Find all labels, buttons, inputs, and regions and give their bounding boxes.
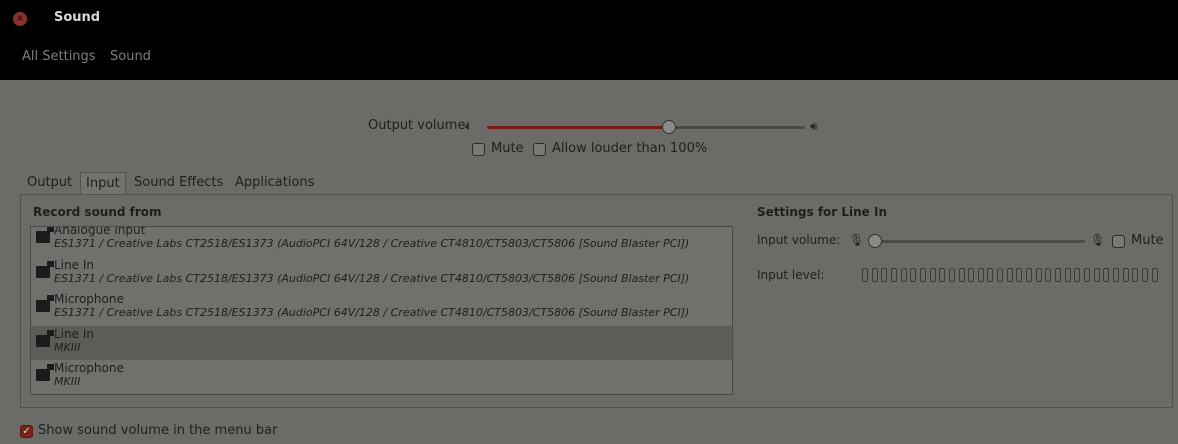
- input-mute-label: Mute: [1131, 233, 1164, 248]
- input-level-segment: [1103, 268, 1110, 282]
- allow-louder-checkbox[interactable]: [533, 143, 546, 156]
- device-name: Analogue Input: [54, 226, 146, 237]
- input-level-segment: [929, 268, 936, 282]
- tab-sound-effects[interactable]: Sound Effects: [129, 172, 228, 194]
- speaker-high-icon: 🔊︎: [810, 119, 818, 133]
- input-volume-knob[interactable]: [868, 234, 882, 248]
- sound-card-icon: [36, 295, 54, 312]
- input-level-segment: [1035, 268, 1042, 282]
- speaker-low-icon: 🔈︎: [465, 119, 473, 133]
- input-volume-label: Input volume:: [757, 233, 841, 247]
- list-item-selected[interactable]: Line In MKIII: [31, 326, 732, 360]
- input-level-segment: [1026, 268, 1033, 282]
- input-level-segment: [977, 268, 984, 282]
- device-name: Microphone: [54, 361, 124, 375]
- show-volume-checkbox[interactable]: ✓: [20, 425, 33, 438]
- device-description: ES1371 / Creative Labs CT2518/ES1373 (Au…: [54, 272, 690, 285]
- input-level-segment: [1122, 268, 1129, 282]
- input-level-segment: [900, 268, 907, 282]
- input-level-segment: [997, 268, 1004, 282]
- input-level-segment: [968, 268, 975, 282]
- microphone-high-icon: 🎙︎: [1090, 233, 1106, 247]
- record-sound-heading: Record sound from: [33, 205, 162, 219]
- list-item[interactable]: Microphone MKIII: [31, 360, 732, 394]
- sound-card-icon: [36, 227, 54, 243]
- tab-applications[interactable]: Applications: [230, 172, 319, 194]
- input-level-segment: [919, 268, 926, 282]
- input-level-label: Input level:: [757, 268, 825, 282]
- tab-output[interactable]: Output: [22, 172, 77, 194]
- breadcrumb-sound[interactable]: Sound: [110, 49, 151, 64]
- input-mute-checkbox[interactable]: [1112, 235, 1125, 248]
- mute-checkbox[interactable]: [472, 143, 485, 156]
- settings-heading: Settings for Line In: [757, 205, 888, 219]
- input-level-segment: [890, 268, 897, 282]
- input-level-segment: [1006, 268, 1013, 282]
- device-description: MKIII: [54, 375, 81, 388]
- window-titlebar: × Sound All Settings Sound: [0, 0, 1178, 80]
- input-level-segment: [1112, 268, 1119, 282]
- input-device-list[interactable]: Analogue Input ES1371 / Creative Labs CT…: [30, 226, 733, 395]
- list-item[interactable]: Line In ES1371 / Creative Labs CT2518/ES…: [31, 257, 732, 291]
- device-name: Microphone: [54, 292, 124, 306]
- mute-label: Mute: [491, 141, 524, 156]
- input-level-segment: [871, 268, 878, 282]
- device-description: MKIII: [54, 341, 81, 354]
- input-level-segment: [1151, 268, 1158, 282]
- input-level-segment: [1083, 268, 1090, 282]
- input-level-segment: [1055, 268, 1061, 282]
- close-icon[interactable]: ×: [13, 12, 27, 26]
- sound-card-icon: [36, 330, 54, 347]
- input-level-segment: [1045, 268, 1052, 282]
- list-item[interactable]: Microphone ES1371 / Creative Labs CT2518…: [31, 291, 732, 325]
- input-level-segment: [1064, 268, 1071, 282]
- input-level-segment: [1093, 268, 1100, 282]
- input-level-segment: [958, 268, 965, 282]
- show-volume-label: Show sound volume in the menu bar: [38, 423, 278, 438]
- input-level-segment: [881, 268, 888, 282]
- input-level-segment: [910, 268, 917, 282]
- allow-louder-label: Allow louder than 100%: [552, 141, 708, 156]
- microphone-low-icon: 🎙︎: [849, 233, 865, 247]
- input-level-segment: [1141, 268, 1148, 282]
- window-title: Sound: [54, 10, 101, 25]
- input-level-segment: [1016, 268, 1023, 282]
- device-name: Line In: [54, 258, 94, 272]
- tab-input[interactable]: Input: [80, 172, 126, 194]
- input-level-segment: [862, 268, 868, 282]
- input-level-segment: [1074, 268, 1081, 282]
- device-description: ES1371 / Creative Labs CT2518/ES1373 (Au…: [54, 306, 690, 319]
- input-level-segment: [948, 268, 955, 282]
- breadcrumb-all-settings[interactable]: All Settings: [22, 49, 96, 64]
- input-level-segment: [1132, 268, 1139, 282]
- device-name: Line In: [54, 327, 94, 341]
- sound-card-icon: [36, 261, 54, 278]
- input-level-segment: [987, 268, 994, 282]
- output-volume-label: Output volume:: [368, 118, 470, 133]
- sound-card-icon: [36, 364, 54, 381]
- input-level-segment: [939, 268, 946, 282]
- list-item[interactable]: Analogue Input ES1371 / Creative Labs CT…: [31, 226, 732, 256]
- device-description: ES1371 / Creative Labs CT2518/ES1373 (Au…: [54, 237, 690, 250]
